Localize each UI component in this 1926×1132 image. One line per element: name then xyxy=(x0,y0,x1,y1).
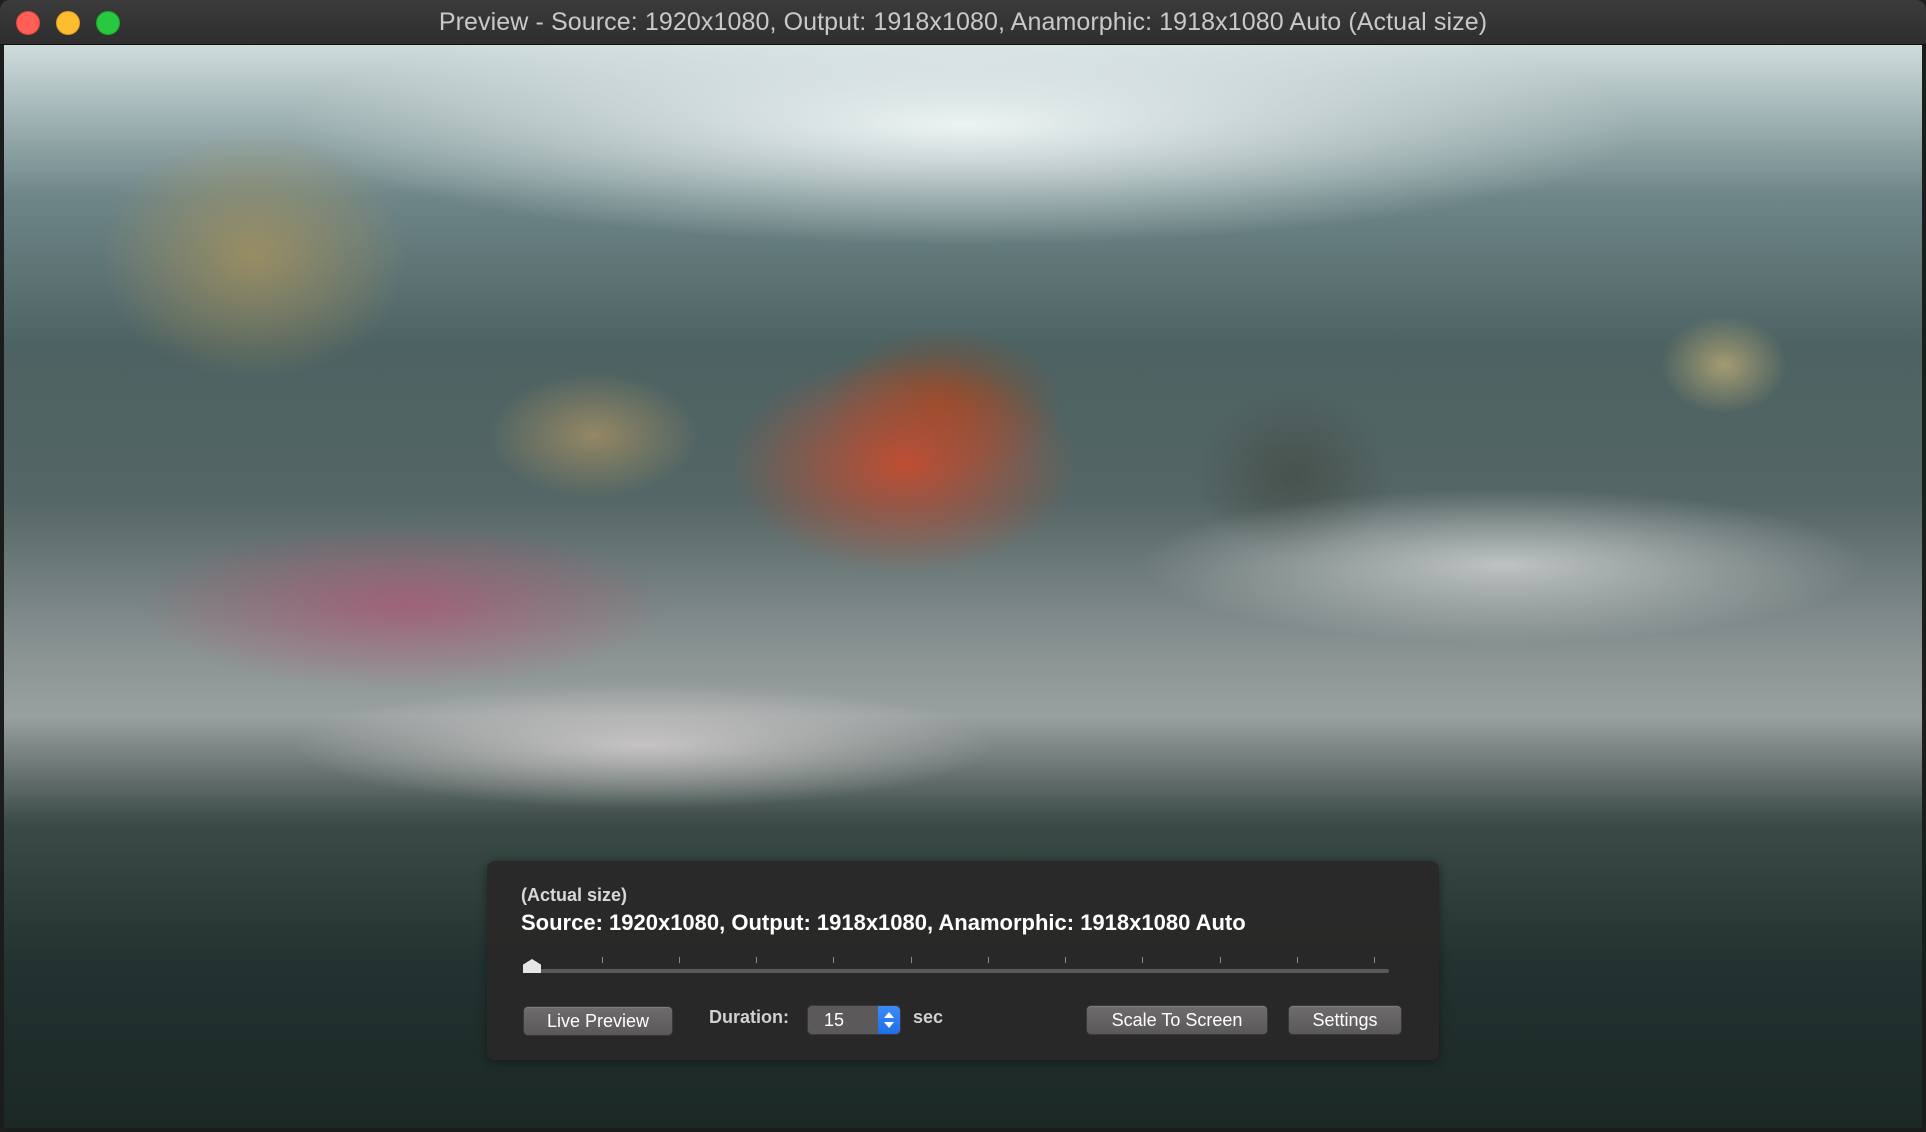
preview-hud: (Actual size) Source: 1920x1080, Output:… xyxy=(487,861,1439,1060)
slider-tick xyxy=(1374,957,1375,963)
duration-unit-label: sec xyxy=(913,1007,944,1027)
stepper-up-icon[interactable] xyxy=(884,1012,894,1018)
slider-tick xyxy=(756,957,757,963)
slider-tick xyxy=(1065,957,1066,963)
preview-window: Preview - Source: 1920x1080, Output: 191… xyxy=(0,0,1926,1132)
stepper-down-icon[interactable] xyxy=(884,1022,894,1028)
slider-tick xyxy=(988,957,989,963)
slider-tick xyxy=(833,957,834,963)
title-bar[interactable]: Preview - Source: 1920x1080, Output: 191… xyxy=(0,0,1926,45)
window-title: Preview - Source: 1920x1080, Output: 191… xyxy=(438,8,1488,36)
slider-tick xyxy=(911,957,912,963)
slider-tick xyxy=(602,957,603,963)
timeline-slider-track[interactable] xyxy=(523,969,1389,973)
scale-label: (Actual size) xyxy=(521,885,628,905)
duration-field[interactable]: 15 xyxy=(807,1005,901,1035)
source-info: Source: 1920x1080, Output: 1918x1080, An… xyxy=(521,910,1246,935)
slider-tick xyxy=(1142,957,1143,963)
stepper-arrows-icon[interactable] xyxy=(878,1006,900,1034)
slider-tick xyxy=(1220,957,1221,963)
slider-tick xyxy=(1297,957,1298,963)
scale-to-screen-button[interactable]: Scale To Screen xyxy=(1086,1005,1268,1035)
duration-value[interactable]: 15 xyxy=(824,1006,844,1034)
slider-tick xyxy=(679,957,680,963)
live-preview-button[interactable]: Live Preview xyxy=(523,1006,673,1036)
duration-label: Duration: xyxy=(709,1007,789,1027)
settings-button[interactable]: Settings xyxy=(1288,1005,1402,1035)
